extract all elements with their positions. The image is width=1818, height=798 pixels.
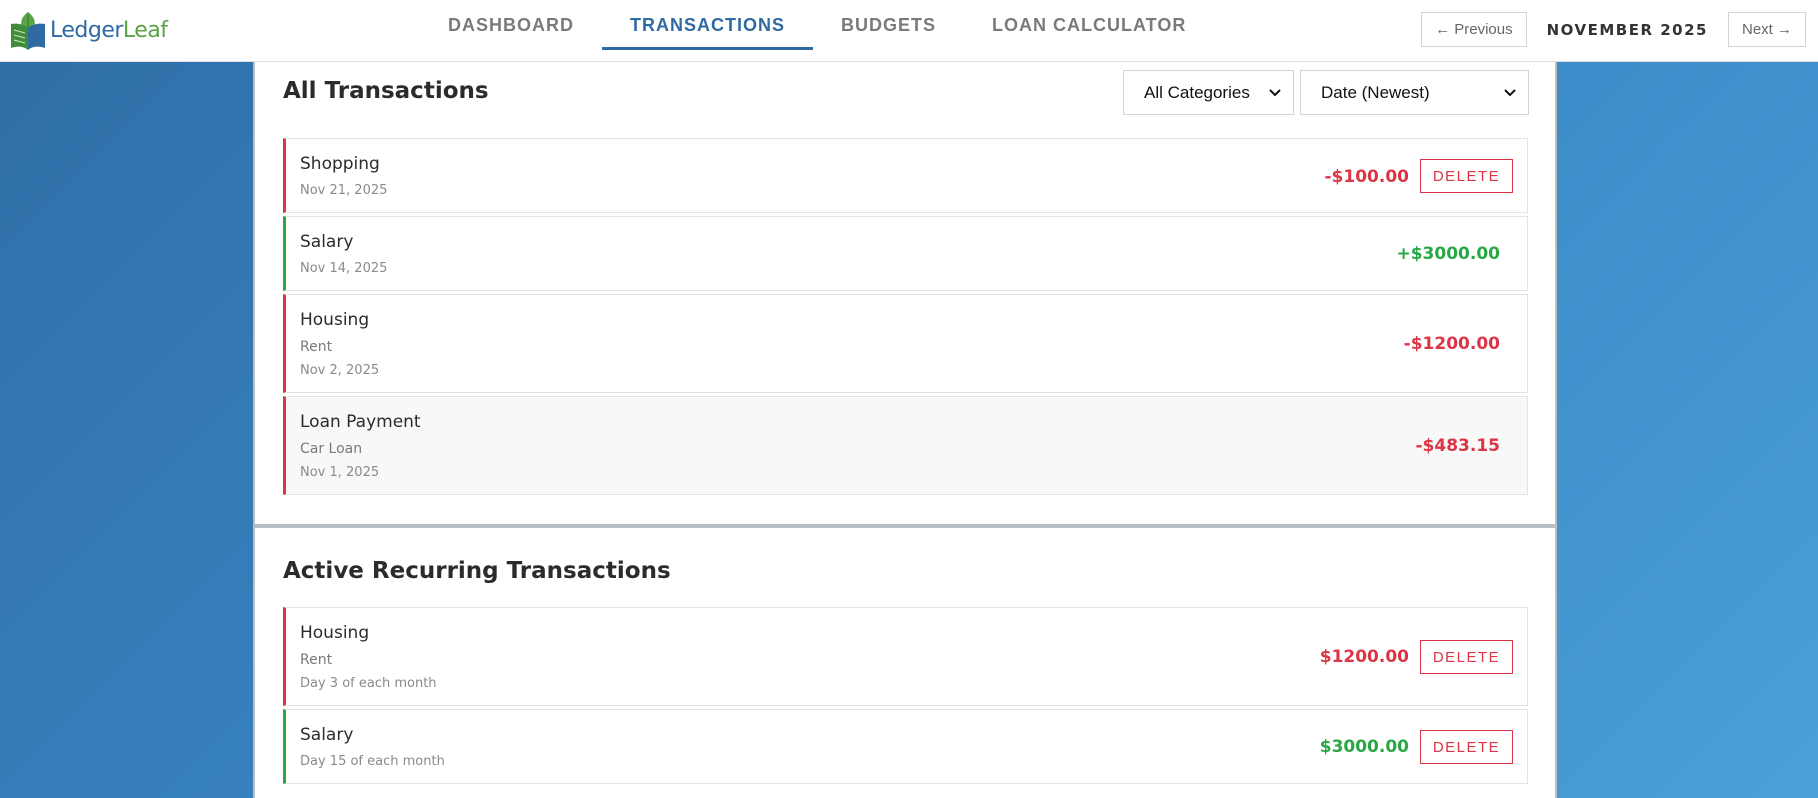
- brand-name: LedgerLeaf: [50, 17, 168, 43]
- transaction-date: Nov 1, 2025: [300, 465, 380, 480]
- tab-dashboard[interactable]: DASHBOARD: [420, 0, 602, 50]
- transaction-category: Salary: [300, 232, 354, 252]
- sort-value: Date (Newest): [1321, 82, 1430, 102]
- sort-select[interactable]: Date (Newest): [1300, 70, 1529, 115]
- transaction-list: Shopping Nov 21, 2025 -$100.00 DELETE Sa…: [283, 138, 1528, 498]
- top-navigation-bar: LedgerLeaf DASHBOARD TRANSACTIONS BUDGET…: [0, 0, 1818, 62]
- transaction-category: Housing: [300, 310, 370, 330]
- transaction-date: Nov 21, 2025: [300, 183, 388, 198]
- transaction-amount: -$100.00: [1324, 167, 1410, 187]
- recurring-schedule: Day 3 of each month: [300, 676, 437, 691]
- transaction-row[interactable]: Salary Nov 14, 2025 +$3000.00: [283, 216, 1528, 291]
- transaction-row[interactable]: Shopping Nov 21, 2025 -$100.00 DELETE: [283, 138, 1528, 213]
- recurring-row[interactable]: Salary Day 15 of each month $3000.00 DEL…: [283, 709, 1528, 784]
- recurring-description: Rent: [300, 652, 333, 668]
- recurring-amount: $1200.00: [1319, 647, 1409, 667]
- main-nav: DASHBOARD TRANSACTIONS BUDGETS LOAN CALC…: [420, 0, 1214, 62]
- month-navigation: ← Previous NOVEMBER 2025 Next →: [1421, 12, 1806, 47]
- transactions-panel: All Transactions All Categories Date (Ne…: [253, 62, 1557, 798]
- tab-loan-calculator[interactable]: LOAN CALCULATOR: [964, 0, 1214, 50]
- recurring-list: Housing Rent Day 3 of each month $1200.0…: [283, 607, 1528, 787]
- transaction-category: Loan Payment: [300, 412, 421, 432]
- delete-recurring-button[interactable]: DELETE: [1420, 640, 1513, 674]
- recurring-category: Salary: [300, 725, 354, 745]
- section-divider: [255, 524, 1555, 528]
- transaction-amount: -$1200.00: [1403, 334, 1500, 354]
- chevron-down-icon: [1269, 89, 1281, 97]
- transaction-row[interactable]: Loan Payment Car Loan Nov 1, 2025 -$483.…: [283, 396, 1528, 495]
- previous-month-button[interactable]: ← Previous: [1421, 12, 1527, 47]
- transaction-date: Nov 2, 2025: [300, 363, 380, 378]
- recurring-row[interactable]: Housing Rent Day 3 of each month $1200.0…: [283, 607, 1528, 706]
- book-leaf-logo-icon: [11, 12, 45, 50]
- recurring-category: Housing: [300, 623, 370, 643]
- category-filter-value: All Categories: [1144, 82, 1250, 102]
- transaction-date: Nov 14, 2025: [300, 261, 388, 276]
- next-month-button[interactable]: Next →: [1727, 12, 1806, 47]
- tab-budgets[interactable]: BUDGETS: [813, 0, 964, 50]
- recurring-transactions-title: Active Recurring Transactions: [283, 558, 671, 584]
- transaction-amount: -$483.15: [1415, 436, 1501, 456]
- transaction-amount: +$3000.00: [1396, 244, 1500, 264]
- current-month-label: NOVEMBER 2025: [1546, 20, 1708, 39]
- category-filter-select[interactable]: All Categories: [1123, 70, 1294, 115]
- tab-transactions[interactable]: TRANSACTIONS: [602, 0, 813, 50]
- transaction-row[interactable]: Housing Rent Nov 2, 2025 -$1200.00: [283, 294, 1528, 393]
- recurring-schedule: Day 15 of each month: [300, 754, 445, 769]
- all-transactions-title: All Transactions: [283, 78, 489, 104]
- transaction-description: Rent: [300, 339, 333, 355]
- transaction-description: Car Loan: [300, 441, 363, 457]
- chevron-down-icon: [1504, 89, 1516, 97]
- brand-logo[interactable]: LedgerLeaf: [8, 7, 168, 53]
- delete-transaction-button[interactable]: DELETE: [1420, 159, 1513, 193]
- transaction-category: Shopping: [300, 154, 380, 174]
- recurring-amount: $3000.00: [1319, 737, 1409, 757]
- delete-recurring-button[interactable]: DELETE: [1420, 730, 1513, 764]
